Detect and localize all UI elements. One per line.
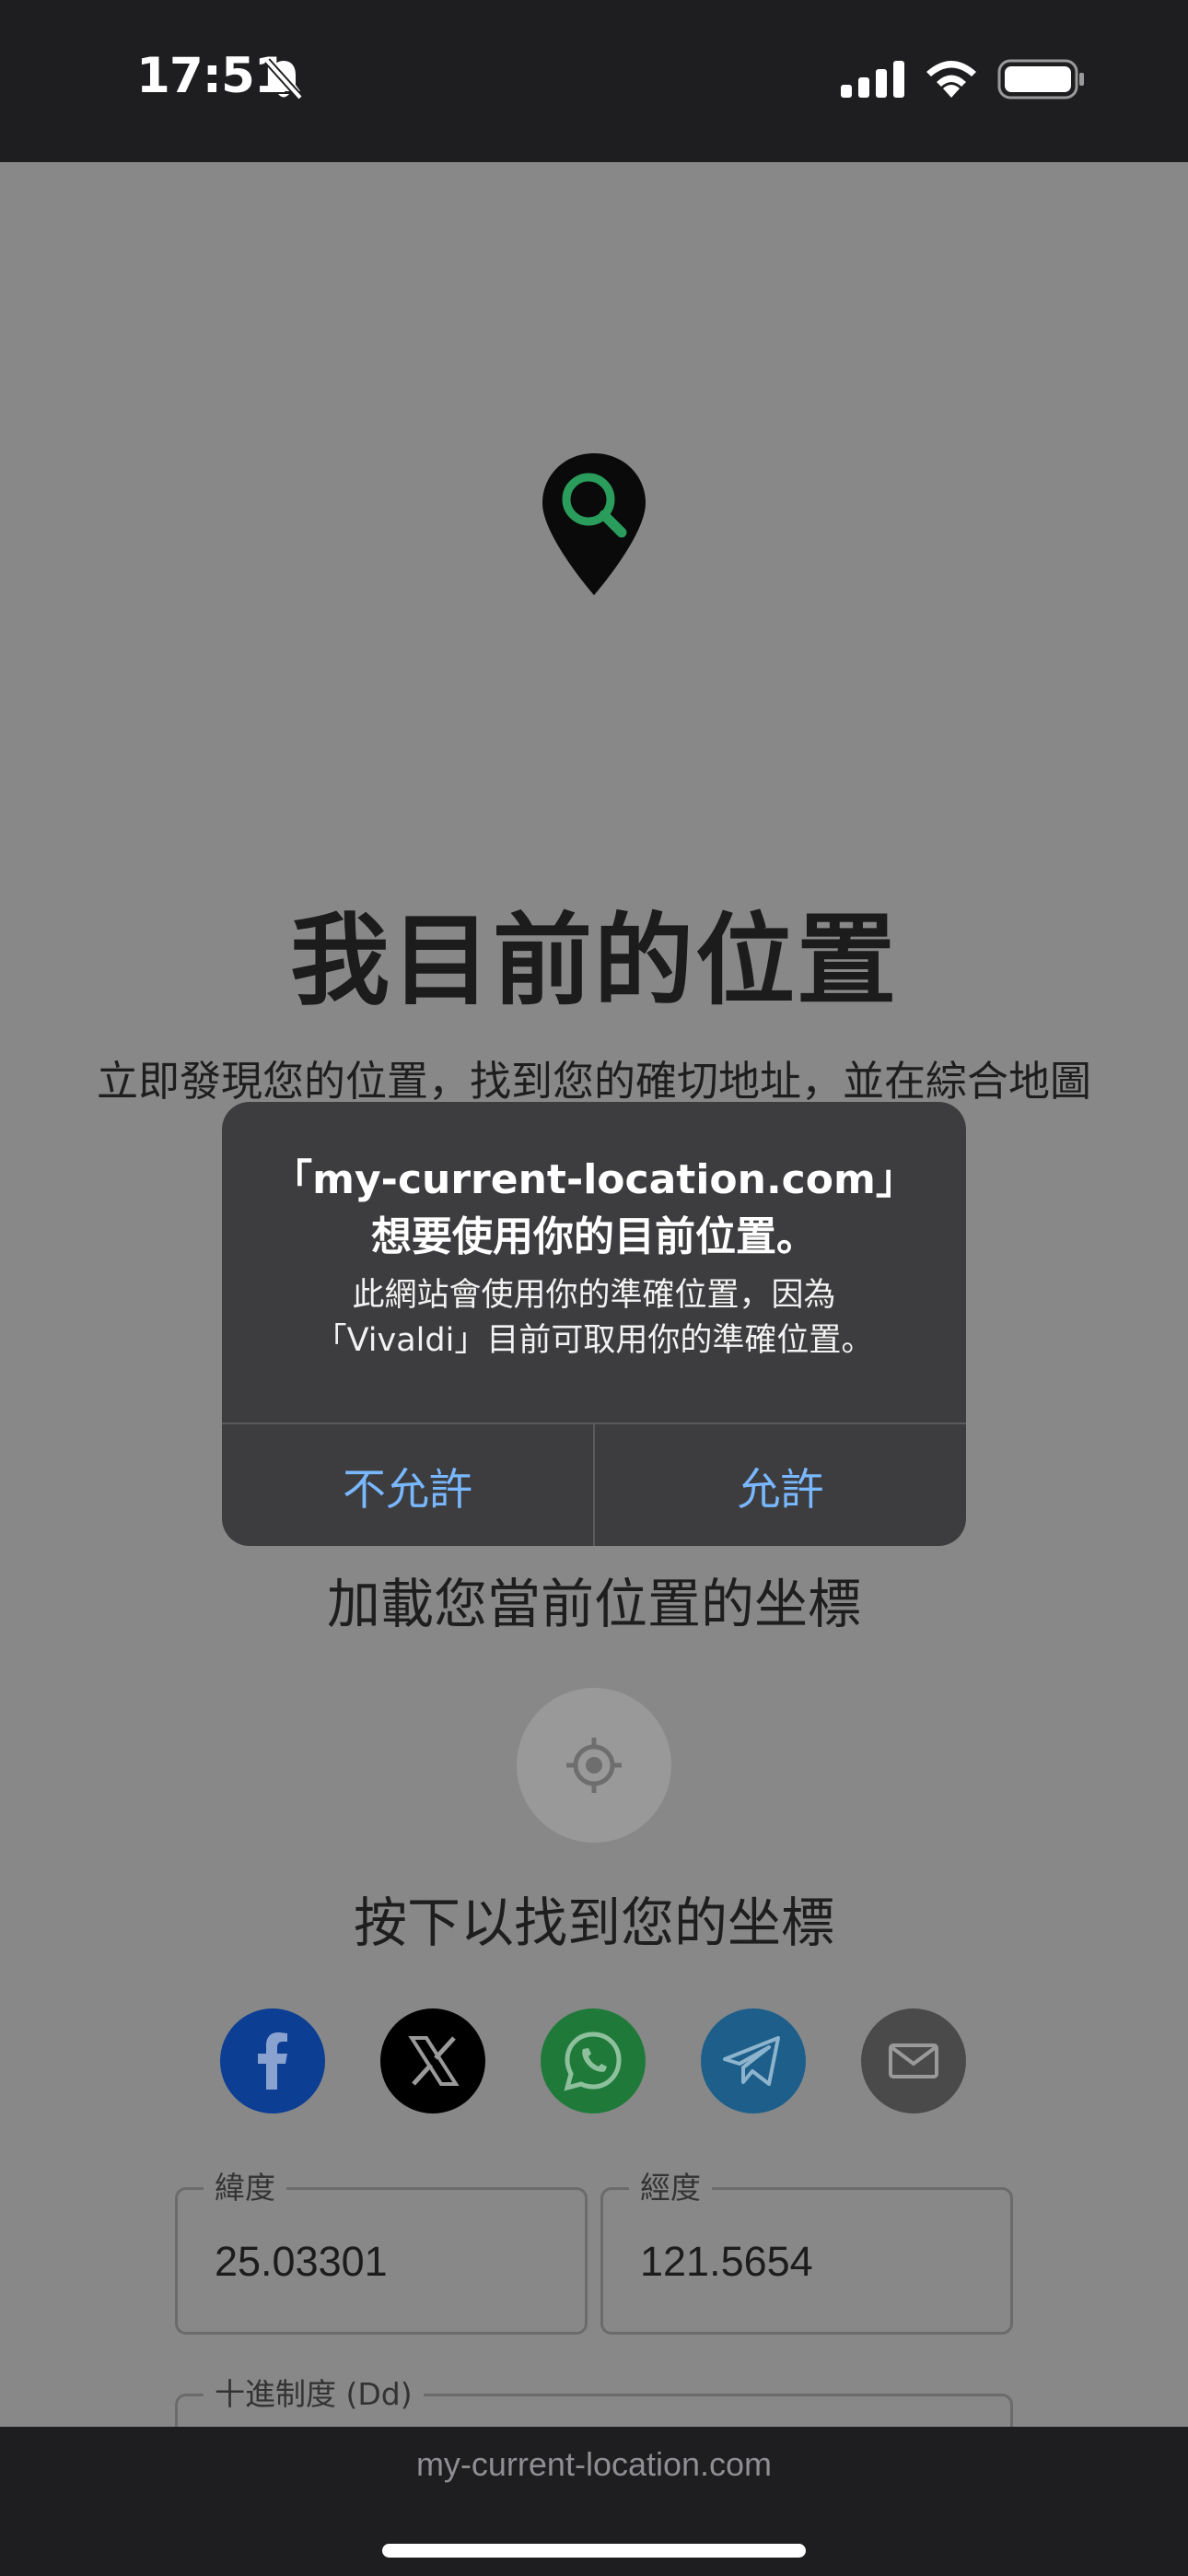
- url-address[interactable]: my-current-location.com: [0, 2445, 1188, 2484]
- bell-muted-icon: [264, 58, 303, 100]
- longitude-value: 121.5654: [640, 2238, 813, 2285]
- facebook-icon: [258, 2032, 287, 2090]
- locate-me-button[interactable]: [517, 1688, 671, 1843]
- latitude-field[interactable]: 緯度 25.03301: [175, 2168, 588, 2335]
- crosshair-icon: [566, 1738, 622, 1793]
- dialog-message-line-1: 此網站會使用你的準確位置，因為: [352, 1277, 836, 1314]
- page-subtitle: 立即發現您的位置，找到您的確切地址，並在綜合地圖: [96, 1057, 1091, 1106]
- wifi-icon: [926, 61, 976, 98]
- telegram-icon: [723, 2036, 780, 2086]
- home-indicator[interactable]: [382, 2544, 806, 2558]
- status-bar: 17:51: [0, 0, 1188, 162]
- location-pin-logo-icon: [542, 453, 646, 595]
- x-logo-icon: [408, 2036, 460, 2086]
- location-permission-dialog: 「my-current-location.com」 想要使用你的目前位置。 此網…: [222, 1102, 966, 1546]
- dialog-title: 「my-current-location.com」 想要使用你的目前位置。: [222, 1152, 966, 1266]
- screen: 17:51 我目前的位置 立即發現您的位置，找到您的確切地址，並在綜合地圖 加載…: [0, 0, 1188, 2576]
- dialog-title-line-1: 「my-current-location.com」: [272, 1156, 916, 1203]
- latitude-value: 25.03301: [215, 2238, 388, 2285]
- share-telegram-button[interactable]: [701, 2008, 806, 2113]
- browser-bottom-bar: my-current-location.com: [0, 2427, 1188, 2576]
- locate-hint-text: 按下以找到您的坐標: [353, 1891, 834, 1954]
- whatsapp-icon: [564, 2032, 622, 2091]
- allow-button[interactable]: 允許: [595, 1424, 966, 1546]
- mail-icon: [889, 2043, 938, 2078]
- coordinates-heading: 加載您當前位置的坐標: [326, 1573, 861, 1635]
- share-x-button[interactable]: [380, 2008, 485, 2113]
- longitude-label: 經度: [629, 2168, 712, 2208]
- share-facebook-button[interactable]: [220, 2008, 325, 2113]
- longitude-field[interactable]: 經度 121.5654: [600, 2168, 1013, 2335]
- cellular-signal-icon: [841, 61, 904, 98]
- decimal-degrees-label: 十進制度 (Dd): [204, 2374, 424, 2415]
- latitude-label: 緯度: [204, 2168, 286, 2208]
- share-email-button[interactable]: [861, 2008, 966, 2113]
- page-title: 我目前的位置: [289, 904, 898, 1019]
- deny-button[interactable]: 不允許: [222, 1424, 593, 1546]
- share-whatsapp-button[interactable]: [541, 2008, 646, 2113]
- battery-icon: [997, 59, 1084, 100]
- dialog-title-line-2: 想要使用你的目前位置。: [371, 1213, 817, 1260]
- dialog-message: 此網站會使用你的準確位置，因為 「Vivaldi」目前可取用你的準確位置。: [222, 1273, 966, 1364]
- dialog-message-line-2: 「Vivaldi」目前可取用你的準確位置。: [314, 1322, 874, 1359]
